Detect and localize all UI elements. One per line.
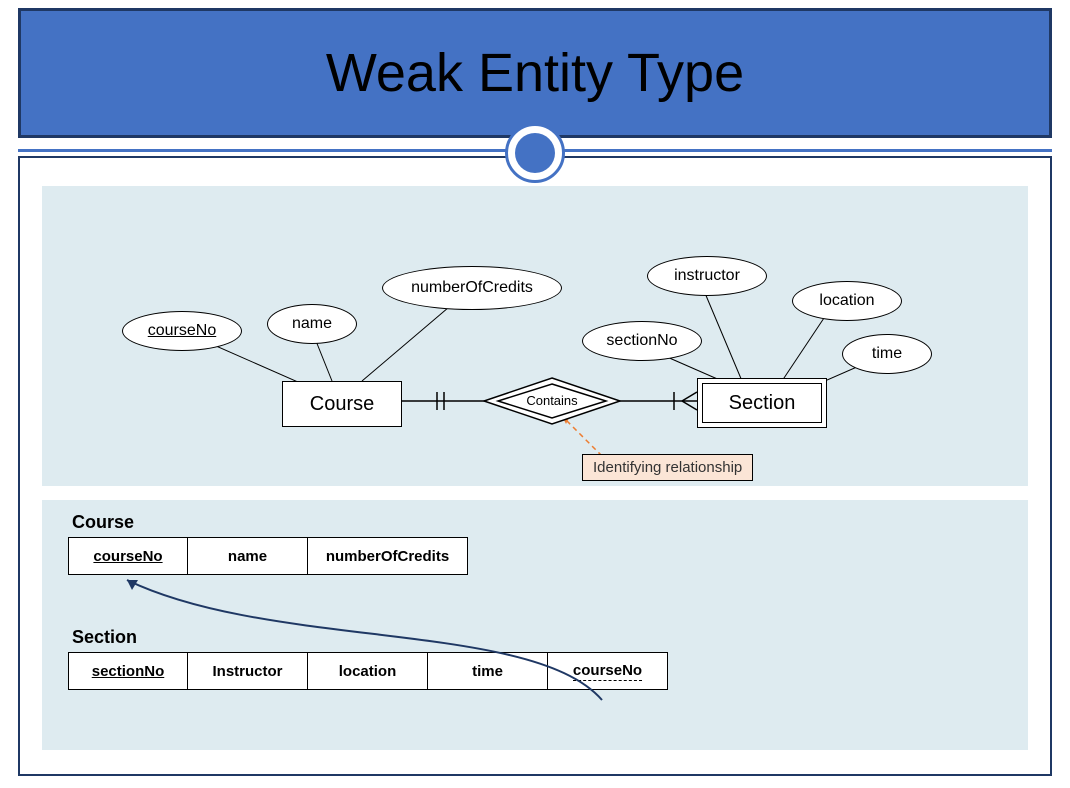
schema-cell: location (308, 652, 428, 690)
er-panel: Course Contains Section courseNo name nu… (42, 186, 1028, 486)
attr-instructor: instructor (647, 256, 767, 296)
entity-course: Course (282, 381, 402, 427)
schema-panel: Course courseNo name numberOfCredits Sec… (42, 500, 1028, 750)
schema-cell: courseNo (548, 652, 668, 690)
entity-course-label: Course (310, 393, 374, 416)
attr-numberOfCredits: numberOfCredits (382, 266, 562, 310)
circle-badge (505, 123, 565, 183)
content-frame: Course Contains Section courseNo name nu… (18, 156, 1052, 776)
schema-cell: numberOfCredits (308, 537, 468, 575)
relationship-contains: Contains (482, 376, 622, 426)
page-title: Weak Entity Type (326, 42, 744, 104)
schema-cell: name (188, 537, 308, 575)
schema-cell: time (428, 652, 548, 690)
schema-course-row: courseNo name numberOfCredits (68, 537, 1012, 575)
entity-section-label: Section (729, 392, 796, 415)
schema-cell: courseNo (68, 537, 188, 575)
attr-location: location (792, 281, 902, 321)
attr-name: name (267, 304, 357, 344)
title-bar: Weak Entity Type (18, 8, 1052, 138)
schema-course-title: Course (72, 512, 1012, 533)
schema-section-title: Section (72, 627, 1012, 648)
relationship-label: Contains (526, 393, 578, 408)
attr-time: time (842, 334, 932, 374)
callout-identifying-relationship: Identifying relationship (582, 454, 753, 481)
schema-cell: Instructor (188, 652, 308, 690)
attr-courseNo: courseNo (122, 311, 242, 351)
schema-section-row: sectionNo Instructor location time cours… (68, 652, 1012, 690)
attr-sectionNo: sectionNo (582, 321, 702, 361)
entity-section: Section (697, 378, 827, 428)
schema-cell: sectionNo (68, 652, 188, 690)
